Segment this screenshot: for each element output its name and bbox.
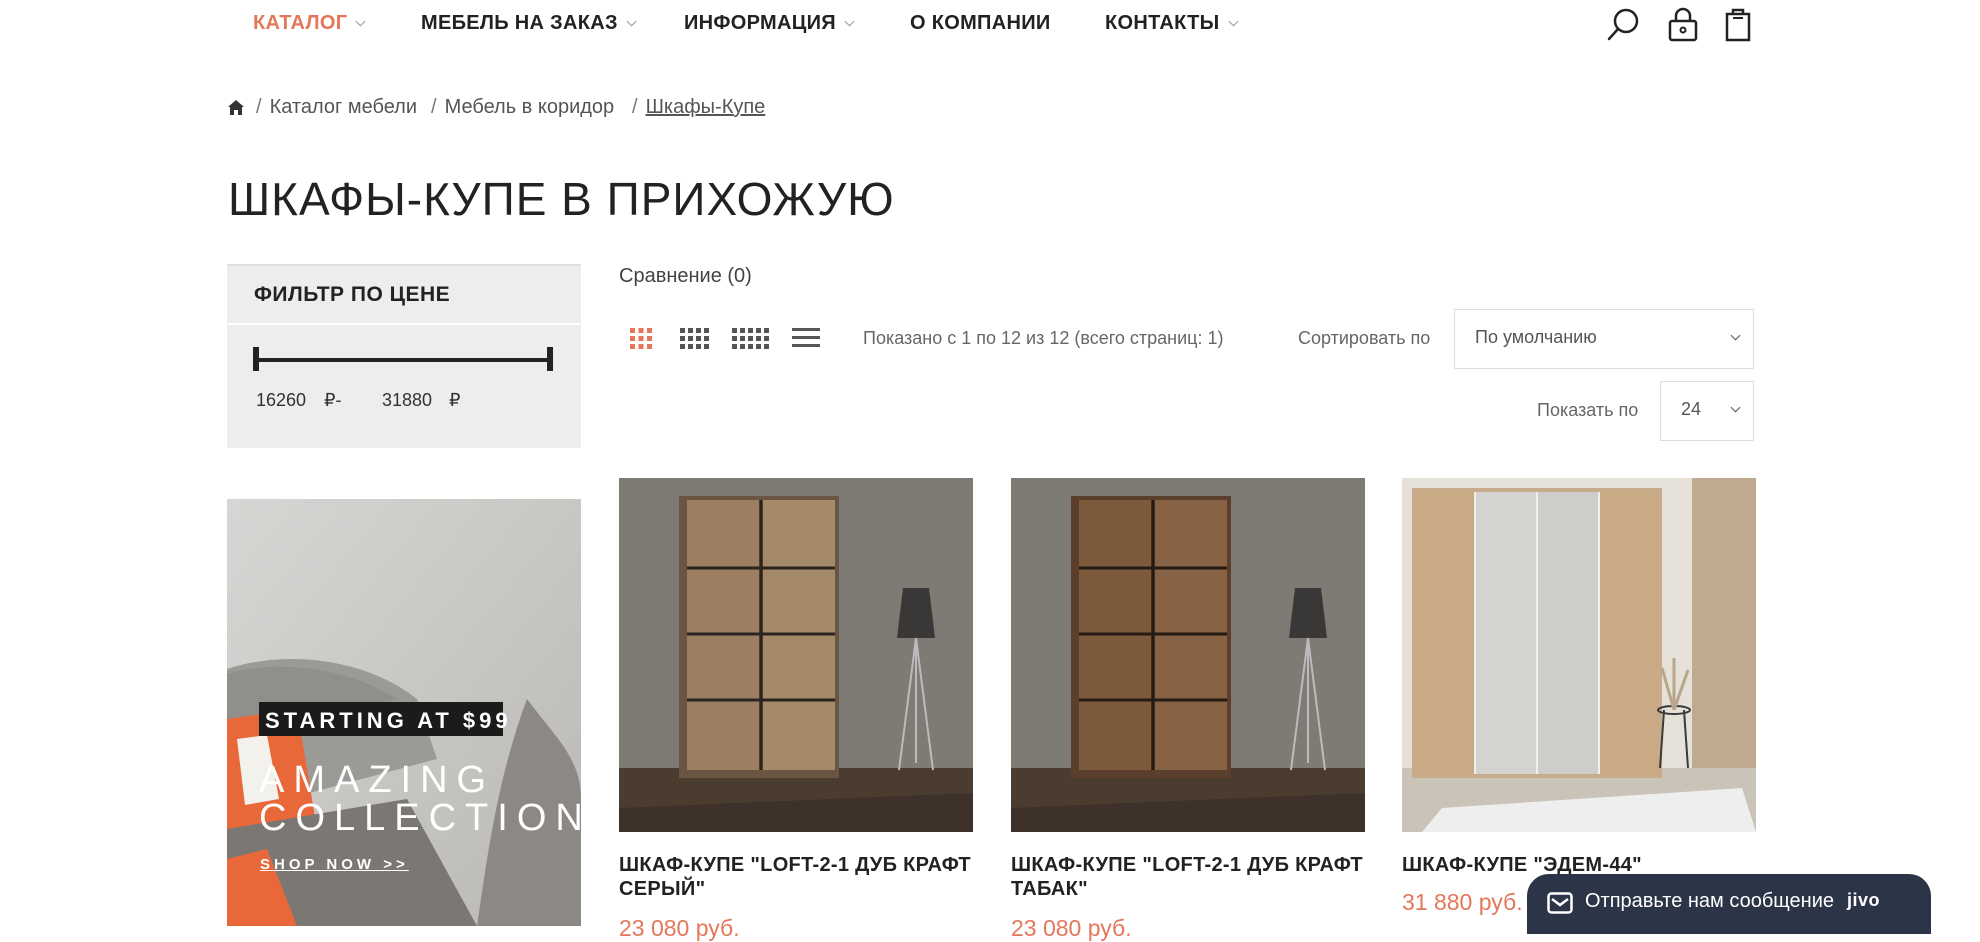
price-max-input[interactable]: 31880 [382,390,432,411]
grid-3-icon[interactable] [629,326,653,350]
product-image[interactable] [619,478,973,832]
price-slider-track[interactable] [256,358,550,362]
cart-icon[interactable] [1723,6,1753,42]
mail-icon [1547,892,1573,914]
breadcrumb-item-label: Мебель в коридор [444,96,615,118]
price-slider-min-handle[interactable] [253,347,259,371]
home-icon[interactable] [227,99,245,116]
chat-widget-text: Отправьте нам сообщение [1585,890,1834,912]
wardrobe-photo [619,478,973,832]
chevron-down-icon [1730,402,1741,413]
product-price: 31 880 руб. [1402,889,1523,915]
sort-select-value: По умолчанию [1475,327,1597,347]
grid-5-icon[interactable] [732,326,770,350]
chevron-down-icon [355,16,366,27]
breadcrumb-item-hallway[interactable]: / Мебель в коридор [431,96,614,119]
price-max-currency: ₽ [449,390,461,410]
limit-select[interactable]: 24 [1660,381,1754,441]
nav-catalog-label: КАТАЛОГ [253,12,348,34]
price-min-input[interactable]: 16260 [256,390,306,411]
nav-contacts-label: КОНТАКТЫ [1105,12,1220,34]
page-title: ШКАФЫ-КУПЕ В ПРИХОЖУЮ [228,173,895,225]
chevron-down-icon [1228,16,1238,27]
banner-title-line1: AMAZING [259,759,496,801]
price-filter: ФИЛЬТР ПО ЦЕНЕ 16260 ₽- 31880 ₽ [227,264,581,448]
breadcrumb-item-label: Каталог мебели [269,96,418,118]
limit-label: Показать по [1537,400,1639,420]
filter-header: ФИЛЬТР ПО ЦЕНЕ [227,266,581,325]
nav-information-label: ИНФОРМАЦИЯ [684,12,836,34]
price-min-currency: ₽- [324,390,342,410]
chevron-down-icon [626,16,637,27]
nav-about[interactable]: О КОМПАНИИ [910,12,1051,35]
results-info: Показано с 1 по 12 из 12 (всего страниц:… [863,328,1224,348]
search-icon[interactable] [1606,6,1642,42]
nav-information[interactable]: ИНФОРМАЦИЯ [684,12,855,35]
product-price: 23 080 руб. [619,915,740,941]
product-price: 23 080 руб. [1011,915,1132,941]
chat-widget-brand: jivo [1847,890,1881,910]
list-icon[interactable] [792,326,820,350]
product-title[interactable]: ШКАФ-КУПЕ "LOFT-2-1 ДУБ КРАФТ СЕРЫЙ" [619,853,973,901]
breadcrumb-item-wardrobes[interactable]: / Шкафы-Купе [632,96,765,119]
limit-select-value: 24 [1681,399,1702,419]
banner-cta[interactable]: SHOP NOW >> [260,856,409,873]
product-image[interactable] [1402,478,1756,832]
compare-link[interactable]: Сравнение (0) [619,265,752,288]
nav-contacts[interactable]: КОНТАКТЫ [1105,12,1238,35]
product-image[interactable] [1011,478,1365,832]
breadcrumb-item-label: Шкафы-Купе [645,96,766,118]
grid-4-icon[interactable] [680,326,710,350]
chat-widget[interactable]: Отправьте нам сообщение jivo [1527,874,1931,934]
product-title[interactable]: ШКАФ-КУПЕ "LOFT-2-1 ДУБ КРАФТ ТАБАК" [1011,853,1365,901]
sort-label: Сортировать по [1298,328,1431,348]
chevron-down-icon [1730,330,1741,341]
filter-title: ФИЛЬТР ПО ЦЕНЕ [254,283,451,306]
wardrobe-photo [1402,478,1756,832]
wardrobe-photo [1011,478,1365,832]
chevron-down-icon [844,16,855,27]
nav-custom-furniture-label: МЕБЕЛЬ НА ЗАКАЗ [421,12,618,34]
nav-catalog[interactable]: КАТАЛОГ [253,12,366,35]
sort-select[interactable]: По умолчанию [1454,309,1754,369]
banner-tag: STARTING AT $99 [265,708,512,733]
nav-about-label: О КОМПАНИИ [910,12,1051,34]
lock-icon[interactable] [1667,6,1699,42]
banner-title-line2: COLLECTION [259,797,581,839]
price-slider-max-handle[interactable] [547,347,553,371]
promo-banner[interactable]: STARTING AT $99 AMAZING COLLECTION SHOP … [227,499,581,926]
breadcrumb-item-catalog[interactable]: / Каталог мебели [256,96,417,119]
nav-custom-furniture[interactable]: МЕБЕЛЬ НА ЗАКАЗ [421,12,637,35]
